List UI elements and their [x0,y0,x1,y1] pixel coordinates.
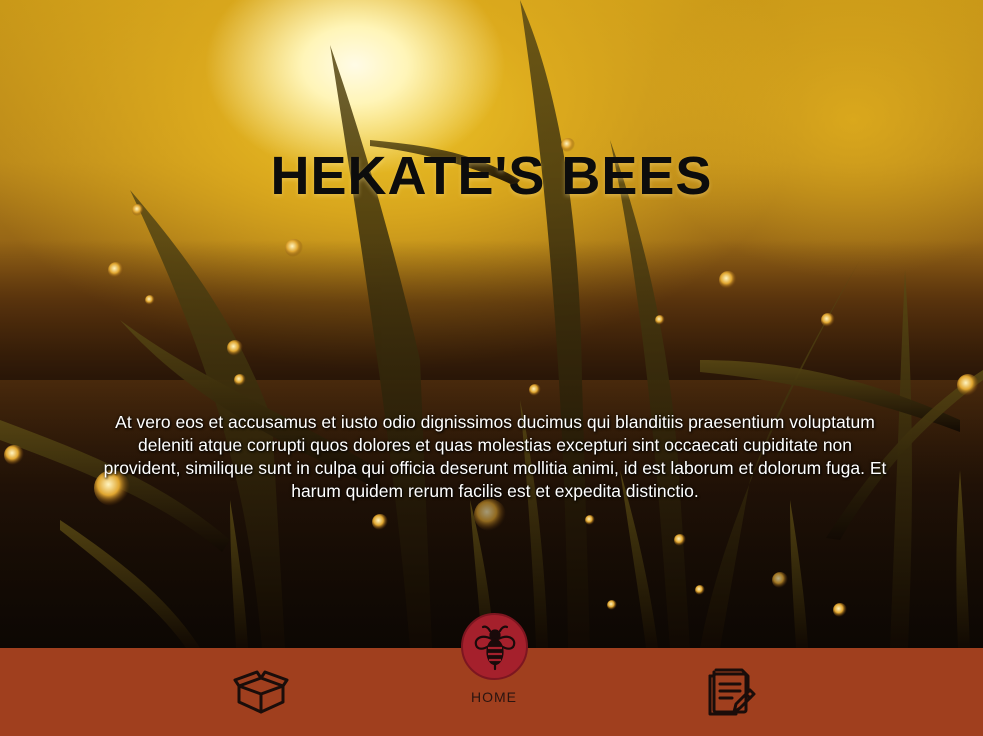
home-label[interactable]: HOME [444,689,544,705]
hero-description: At vero eos et accusamus et iusto odio d… [103,412,887,501]
page: HEKATE'S BEES At vero eos et accusamus e… [0,0,983,736]
document-icon [708,668,756,716]
bee-icon [474,625,516,671]
nav-item-blog[interactable] [702,664,758,720]
page-title: HEKATE'S BEES [270,146,713,206]
nav-item-products[interactable] [233,666,289,718]
box-icon [233,670,289,714]
grass-background-image [0,0,983,648]
hero-section: HEKATE'S BEES At vero eos et accusamus e… [0,0,983,648]
home-button[interactable] [461,613,528,680]
